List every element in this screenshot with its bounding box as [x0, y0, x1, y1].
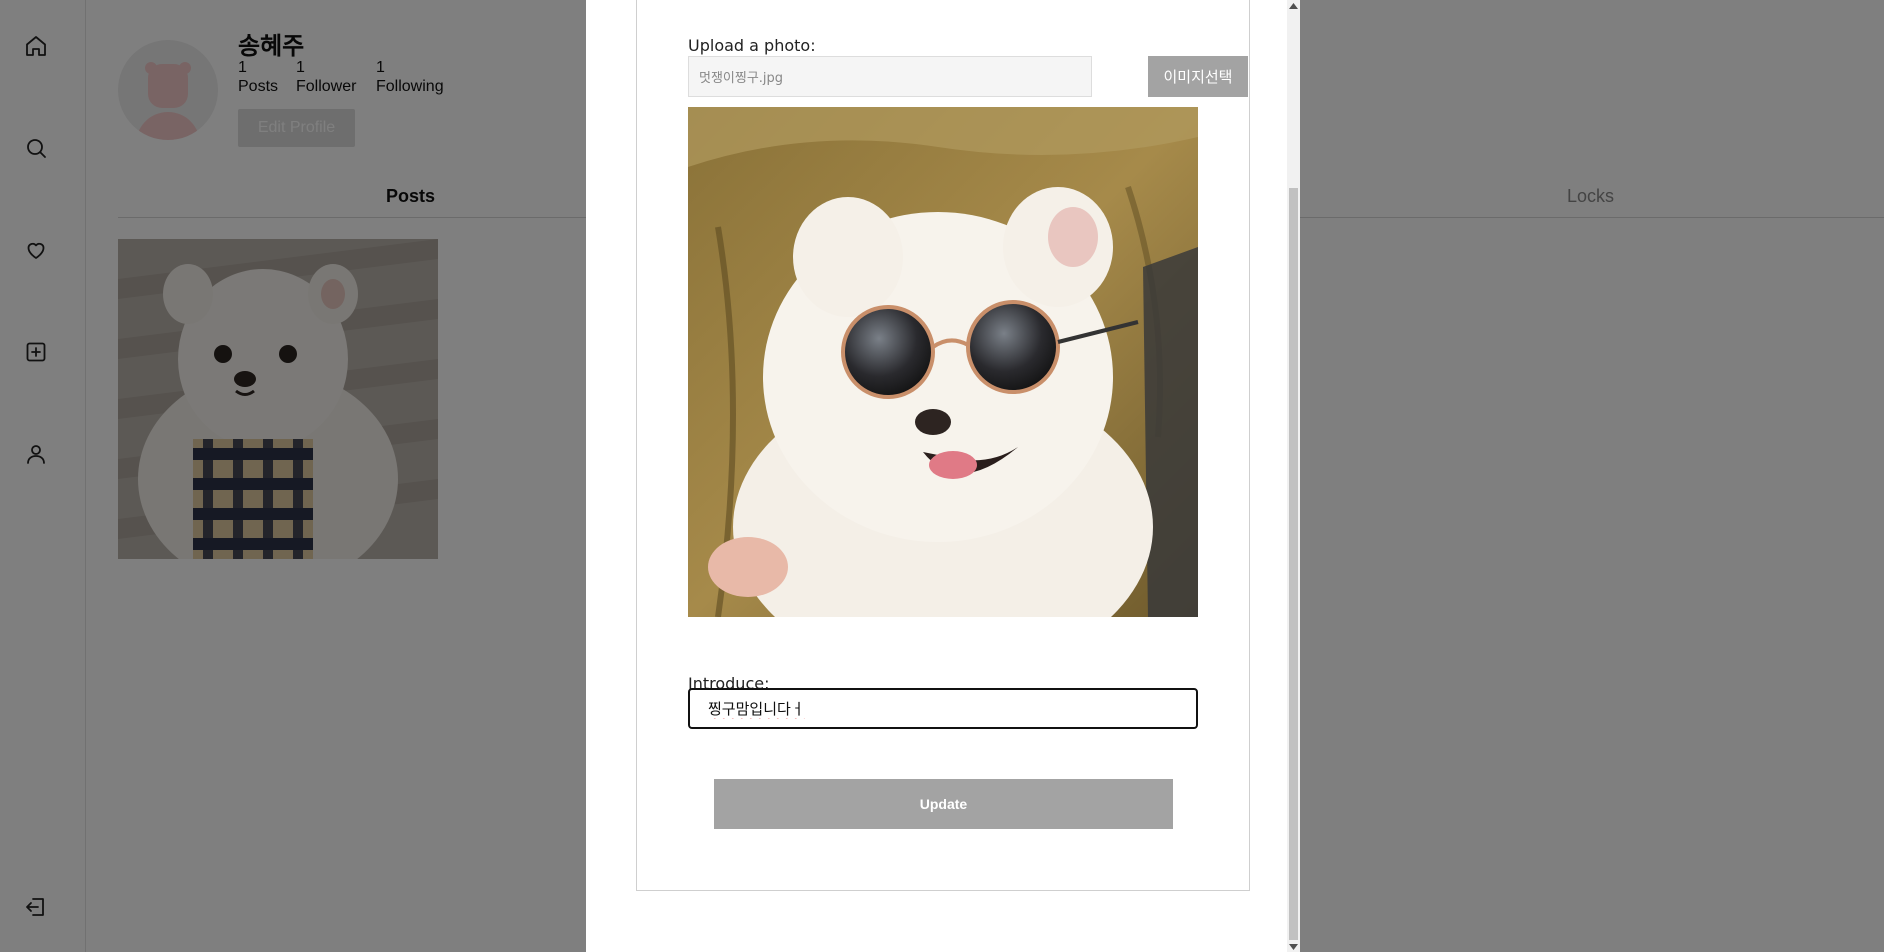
edit-post-modal: Upload a photo: 멋쟁이찡구.jpg 이미지선택 Introduc… — [586, 0, 1300, 952]
scroll-thumb[interactable] — [1289, 188, 1298, 940]
file-name-field[interactable]: 멋쟁이찡구.jpg — [688, 56, 1092, 97]
upload-label: Upload a photo: — [688, 36, 816, 55]
introduce-input[interactable] — [688, 688, 1198, 729]
file-name-text: 멋쟁이찡구.jpg — [699, 71, 784, 86]
choose-image-button[interactable]: 이미지선택 — [1148, 56, 1248, 97]
update-button[interactable]: Update — [714, 779, 1173, 829]
edit-form-card: Upload a photo: 멋쟁이찡구.jpg 이미지선택 Introduc… — [636, 0, 1250, 891]
photo-preview — [688, 107, 1198, 617]
modal-scrollbar[interactable] — [1287, 0, 1300, 952]
scroll-down-arrow-icon[interactable] — [1289, 942, 1298, 952]
preview-image — [688, 107, 1198, 617]
scroll-up-arrow-icon[interactable] — [1289, 1, 1298, 11]
